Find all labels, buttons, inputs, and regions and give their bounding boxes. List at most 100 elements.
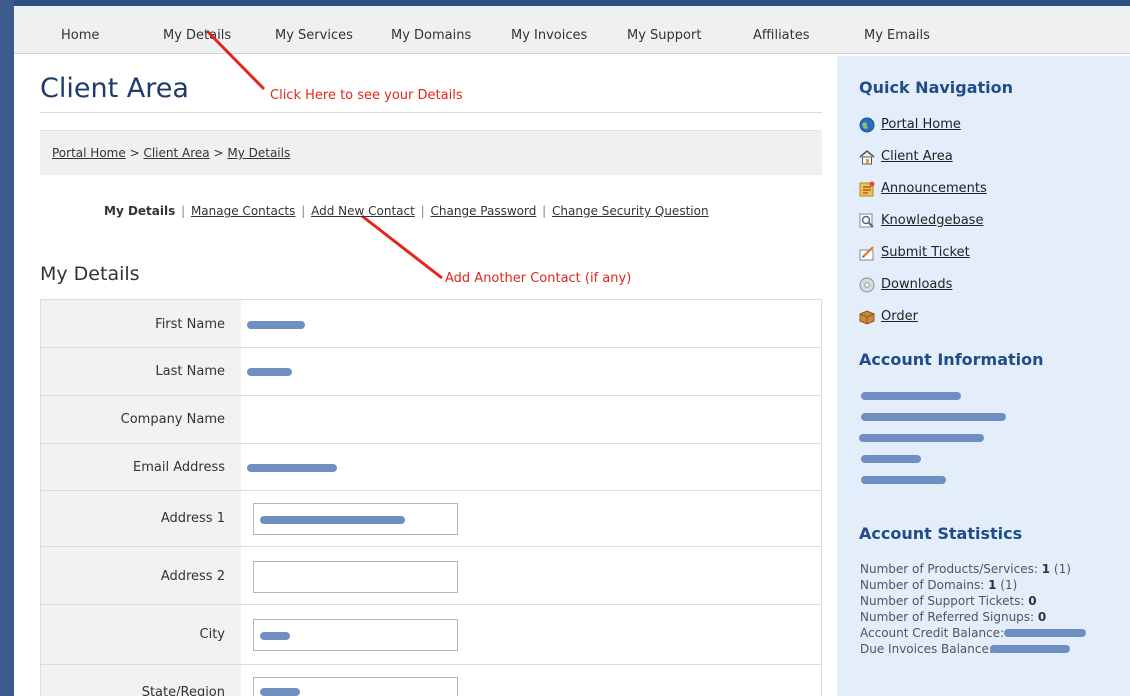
redacted-text: [247, 464, 337, 472]
redacted-text: [861, 476, 946, 484]
address1-input[interactable]: [253, 503, 458, 535]
label-cell: State/Region: [41, 665, 241, 696]
redacted-text: [1004, 629, 1086, 637]
breadcrumb: Portal Home > Client Area > My Details: [40, 130, 822, 175]
email-address-label: Email Address: [133, 460, 225, 475]
stat-value: 1: [988, 578, 997, 592]
subnav-change-security-question[interactable]: Change Security Question: [552, 204, 709, 218]
quick-nav-label[interactable]: Announcements: [881, 181, 987, 196]
nav-my-details[interactable]: My Details: [163, 28, 231, 43]
announcement-icon: [859, 181, 875, 197]
subnav-separator: |: [420, 204, 425, 218]
quick-nav-label[interactable]: Order: [881, 309, 918, 324]
label-cell: Email Address: [41, 444, 241, 491]
stat-value: 1: [1041, 562, 1051, 576]
stat-label: Due Invoices Balance:: [860, 642, 993, 656]
state-input[interactable]: [253, 677, 458, 696]
first-name-label: First Name: [155, 317, 225, 332]
address2-input[interactable]: [253, 561, 458, 593]
nav-my-services[interactable]: My Services: [275, 28, 353, 43]
sidebar: Quick Navigation Portal Home Client Area…: [837, 56, 1130, 696]
box-icon: [859, 310, 875, 325]
stat-label: Account Credit Balance:: [860, 626, 1005, 640]
account-information-title: Account Information: [859, 350, 1044, 369]
top-nav: Home My Details My Services My Domains M…: [14, 6, 1130, 54]
account-statistics: Number of Products/Services: 1 (1) Numbe…: [860, 561, 1086, 657]
stat-credit: Account Credit Balance:: [860, 625, 1086, 641]
stat-label: Number of Referred Signups:: [860, 610, 1035, 624]
label-cell: Company Name: [41, 396, 241, 444]
quick-nav-label[interactable]: Downloads: [881, 277, 952, 292]
quick-nav-label[interactable]: Submit Ticket: [881, 245, 970, 260]
stat-due: Due Invoices Balance:: [860, 641, 1071, 657]
first-name-value: [241, 300, 821, 348]
last-name-label: Last Name: [155, 364, 225, 379]
email-address-value: [241, 444, 821, 491]
label-cell: City: [41, 605, 241, 665]
breadcrumb-separator: >: [129, 146, 140, 160]
house-icon: [859, 150, 875, 165]
nav-my-emails[interactable]: My Emails: [864, 28, 930, 43]
redacted-text: [861, 413, 1006, 421]
redacted-text: [859, 434, 984, 442]
details-form: First Name Last Name Company Name Email …: [40, 299, 822, 696]
page: Home My Details My Services My Domains M…: [14, 0, 1130, 696]
stat-label: Number of Support Tickets:: [860, 594, 1025, 608]
label-cell: Address 1: [41, 491, 241, 547]
stat-domains: Number of Domains: 1 (1): [860, 577, 1071, 593]
stat-extra: (1): [1000, 578, 1018, 592]
ticket-icon: [859, 246, 874, 261]
subnav-separator: |: [542, 204, 547, 218]
subnav-separator: |: [181, 204, 186, 218]
city-label: City: [199, 627, 225, 642]
breadcrumb-portal-home[interactable]: Portal Home: [52, 146, 126, 160]
redacted-text: [990, 645, 1070, 653]
magnifier-icon: [859, 213, 874, 228]
redacted-text: [861, 455, 921, 463]
subnav-manage-contacts[interactable]: Manage Contacts: [191, 204, 295, 218]
quick-navigation-title: Quick Navigation: [859, 78, 1014, 97]
redacted-text: [861, 392, 961, 400]
address1-label: Address 1: [160, 511, 225, 526]
nav-my-domains[interactable]: My Domains: [391, 28, 471, 43]
redacted-text: [260, 688, 300, 696]
account-statistics-title: Account Statistics: [859, 524, 1023, 543]
breadcrumb-my-details[interactable]: My Details: [227, 146, 290, 160]
nav-my-support[interactable]: My Support: [627, 28, 701, 43]
breadcrumb-separator: >: [213, 146, 224, 160]
stat-value: 0: [1028, 594, 1037, 608]
stat-label: Number of Domains:: [860, 578, 985, 592]
redacted-text: [260, 632, 290, 640]
state-label: State/Region: [141, 685, 225, 696]
breadcrumb-client-area[interactable]: Client Area: [143, 146, 209, 160]
label-cell: Address 2: [41, 547, 241, 605]
quick-nav-label[interactable]: Client Area: [881, 149, 953, 164]
title-divider: [40, 112, 822, 113]
subnav-separator: |: [301, 204, 306, 218]
nav-affiliates[interactable]: Affiliates: [753, 28, 810, 43]
page-title: Client Area: [40, 73, 189, 104]
details-subnav: My Details | Manage Contacts | Add New C…: [104, 204, 709, 218]
annotation-contact-text: Add Another Contact (if any): [445, 271, 632, 286]
quick-nav-label[interactable]: Knowledgebase: [881, 213, 983, 228]
nav-my-invoices[interactable]: My Invoices: [511, 28, 587, 43]
subnav-current: My Details: [104, 204, 176, 218]
stat-tickets: Number of Support Tickets: 0: [860, 593, 1071, 609]
city-input[interactable]: [253, 619, 458, 651]
stat-extra: (1): [1053, 562, 1071, 576]
label-cell: Last Name: [41, 348, 241, 396]
quick-nav-label[interactable]: Portal Home: [881, 117, 961, 132]
annotation-details-text: Click Here to see your Details: [270, 88, 463, 103]
label-cell: First Name: [41, 300, 241, 348]
redacted-text: [247, 368, 292, 376]
disc-icon: [859, 277, 875, 293]
stat-products: Number of Products/Services: 1 (1): [860, 561, 1071, 577]
subnav-change-password[interactable]: Change Password: [431, 204, 537, 218]
subnav-add-new-contact[interactable]: Add New Contact: [311, 204, 415, 218]
last-name-value: [241, 348, 821, 396]
nav-home[interactable]: Home: [61, 28, 99, 43]
redacted-text: [247, 321, 305, 329]
company-name-label: Company Name: [120, 412, 225, 427]
globe-icon: [859, 117, 875, 133]
stat-referrals: Number of Referred Signups: 0: [860, 609, 1071, 625]
